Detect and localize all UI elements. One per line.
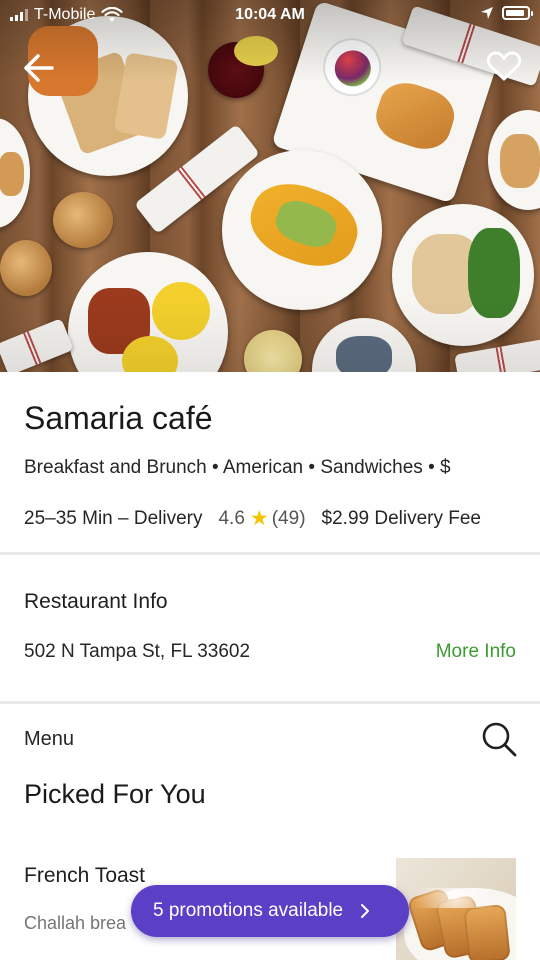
restaurant-cuisines: Breakfast and Brunch • American • Sandwi… bbox=[24, 457, 451, 478]
napkin bbox=[454, 337, 540, 372]
back-button[interactable] bbox=[22, 52, 56, 89]
status-time: 10:04 AM bbox=[235, 6, 305, 23]
promotions-label: 5 promotions available bbox=[153, 900, 344, 921]
pastry-plate bbox=[488, 110, 540, 210]
status-bar: T-Mobile 10:04 AM bbox=[0, 0, 540, 30]
edge-plate bbox=[0, 118, 30, 228]
restaurant-info-title: Restaurant Info bbox=[24, 590, 168, 613]
heart-outline-icon bbox=[486, 51, 522, 81]
menu-search-button[interactable] bbox=[480, 720, 518, 763]
restaurant-address: 502 N Tampa St, FL 33602 bbox=[24, 641, 251, 662]
menu-label: Menu bbox=[24, 728, 75, 750]
sandwich-plate bbox=[28, 16, 188, 176]
section-title-picked: Picked For You bbox=[24, 779, 206, 809]
battery-icon bbox=[502, 6, 533, 20]
lemon-slice bbox=[234, 36, 278, 66]
divider bbox=[0, 701, 540, 704]
menu-item-image bbox=[396, 858, 516, 960]
menu-item-name: French Toast bbox=[24, 864, 146, 887]
delivery-time: 25–35 Min – Delivery bbox=[24, 507, 203, 529]
chicken-salad-plate bbox=[392, 204, 534, 346]
star-icon: ★ bbox=[249, 507, 269, 530]
avocado-toast-plate bbox=[222, 150, 382, 310]
croissant-plate bbox=[271, 0, 499, 204]
location-arrow-icon bbox=[481, 7, 493, 19]
rating-value: 4.6 bbox=[218, 507, 245, 529]
hero-image bbox=[0, 0, 540, 372]
more-info-link[interactable]: More Info bbox=[436, 641, 516, 663]
divider bbox=[0, 552, 540, 555]
juice-glass bbox=[244, 330, 302, 372]
favorite-button[interactable] bbox=[486, 50, 522, 87]
delivery-fee: $2.99 Delivery Fee bbox=[321, 507, 481, 529]
eggs-benedict-plate bbox=[68, 252, 228, 372]
search-icon bbox=[482, 722, 517, 757]
drink-glass bbox=[208, 42, 264, 98]
bread-plate bbox=[312, 318, 416, 372]
menu-item-description: Challah brea bbox=[24, 913, 127, 933]
chevron-right-icon bbox=[361, 904, 370, 918]
delivery-meta: 25–35 Min – Delivery 4.6 ★ (49) $2.99 De… bbox=[24, 506, 481, 531]
napkin bbox=[0, 318, 74, 372]
muffin bbox=[53, 192, 113, 248]
promotions-banner[interactable]: 5 promotions available bbox=[131, 885, 409, 937]
rating: 4.6 ★ (49) bbox=[218, 506, 305, 531]
restaurant-name: Samaria café bbox=[24, 400, 213, 436]
rating-count: (49) bbox=[271, 507, 306, 529]
napkin-roll bbox=[134, 124, 260, 234]
back-arrow-icon bbox=[24, 54, 54, 82]
muffin bbox=[0, 240, 52, 296]
